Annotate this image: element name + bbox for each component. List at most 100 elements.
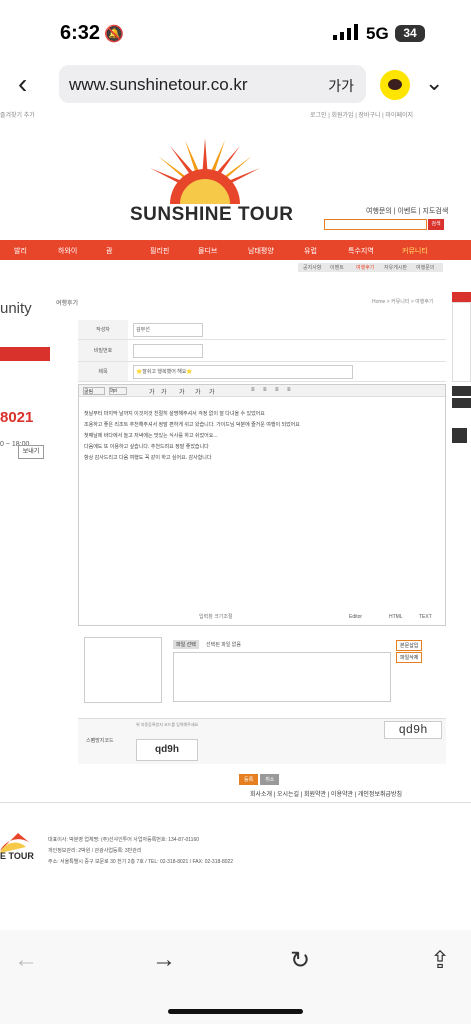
cancel-button[interactable]: 취소: [260, 774, 280, 785]
delete-file-button[interactable]: 파일삭제: [396, 652, 423, 663]
attach-preview: [84, 637, 162, 703]
url-field[interactable]: www.sunshinetour.co.kr 가가: [59, 65, 366, 103]
nav-item[interactable]: 몰디브: [198, 246, 217, 256]
status-bar: 6:32 🔕 5G 34: [0, 0, 471, 62]
left-title: unity: [0, 300, 32, 317]
color-button[interactable]: 가: [209, 387, 215, 396]
password-input[interactable]: [133, 344, 203, 358]
footer-line: 주소: 서울특별시 중구 보문로 30 전기 2층 7호 / TEL: 02-3…: [48, 859, 234, 865]
align-left-button[interactable]: ≡: [251, 387, 255, 393]
status-time: 6:32: [60, 22, 101, 44]
reload-icon[interactable]: ↻: [290, 946, 310, 975]
file-select-button[interactable]: 파일 선택: [173, 640, 199, 649]
author-input[interactable]: 김부선: [133, 323, 203, 337]
subject-input[interactable]: ⭐잘쉬고 행복했어 해요⭐: [133, 365, 353, 379]
nav-item[interactable]: 하와이: [58, 246, 77, 256]
editor-content[interactable]: 첫날부터 마지막 날까지 이것저것 친절히 설명해주셔서 걱정 없이 잘 다녀올…: [84, 409, 439, 464]
subnav-item-active[interactable]: 여행후기: [356, 264, 374, 271]
password-label: 비밀번호: [78, 340, 128, 361]
url-text: www.sunshinetour.co.kr: [69, 75, 248, 94]
footer-links[interactable]: 회사소개 | 오시는길 | 회원약관 | 이용약관 | 개인정보취급방침: [250, 789, 402, 798]
author-row: 작성자 김부선: [78, 320, 446, 340]
left-sidebar: unity 8021 0 ~ 18:00 보내기: [0, 288, 50, 459]
send-button[interactable]: 보내기: [18, 445, 44, 459]
bold-button[interactable]: 가: [149, 387, 155, 396]
subnav-item[interactable]: 이벤트: [330, 264, 344, 271]
content-line: 다음에도 또 이용하고 싶습니다. 추천드려요 정말 좋았습니다: [84, 444, 209, 450]
battery-indicator: 34: [395, 25, 425, 42]
footer-info: 대표이사: 박분영 업체명: (주)선샤인투어 사업자등록번호: 134-87-…: [48, 835, 233, 868]
left-red-bar: [0, 347, 50, 361]
nav-item[interactable]: 유럽: [304, 246, 317, 256]
board-title: 여행후기: [56, 301, 79, 307]
nav-item[interactable]: 필리핀: [150, 246, 169, 256]
main-nav: 발리 하와이 괌 필리핀 몰디브 남태평양 유럽 특수지역 커뮤니티: [0, 240, 471, 260]
insert-button[interactable]: 본문삽입: [396, 640, 423, 651]
subnav-item[interactable]: 공지사항: [303, 264, 321, 271]
italic-button[interactable]: 가: [161, 387, 167, 396]
author-label: 작성자: [78, 320, 128, 339]
text-size-button[interactable]: 가가: [328, 76, 354, 96]
breadcrumb: Home > 커뮤니티 > 여행후기: [372, 299, 434, 305]
logo-text[interactable]: SUNSHINE TOUR: [130, 204, 293, 226]
nav-item[interactable]: 괌: [106, 246, 112, 256]
content-line: 항상 감사드리고 다음 여행도 꼭 같이 하고 싶어요. 감사합니다: [84, 455, 212, 461]
signal-icon: [333, 24, 358, 40]
password-row: 비밀번호: [78, 340, 446, 362]
file-attach: 파일 선택 선택된 파일 없음 본문삽입 파일삭제: [78, 632, 446, 712]
qr-code-icon: [452, 428, 467, 443]
font-size-select[interactable]: 9pt: [109, 387, 127, 395]
top-right-links[interactable]: 로그인 | 회원가입 | 장바구니 | 마이페이지: [310, 110, 413, 119]
home-indicator: [168, 1009, 303, 1014]
tab-editor[interactable]: Editor: [349, 614, 362, 620]
subnav-item[interactable]: 여행문의: [416, 264, 434, 271]
editor-resize[interactable]: 입력창 크기조절: [199, 613, 233, 620]
network-type: 5G: [366, 24, 389, 43]
back-arrow-icon[interactable]: ←: [14, 946, 38, 974]
chevron-down-icon[interactable]: ⌄: [425, 70, 443, 96]
align-justify-button[interactable]: ≡: [287, 387, 291, 393]
subject-row: 제목 ⭐잘쉬고 행복했어 해요⭐: [78, 362, 446, 382]
sub-nav: 공지사항 이벤트 여행후기 자유게시판 여행문의: [298, 263, 443, 272]
quick-btn[interactable]: [452, 386, 471, 396]
nav-item[interactable]: 발리: [14, 246, 27, 256]
align-center-button[interactable]: ≡: [263, 387, 267, 393]
kakao-talk-icon[interactable]: [380, 70, 410, 100]
tab-html[interactable]: HTML: [389, 614, 403, 620]
captcha-input[interactable]: qd9h: [136, 739, 198, 761]
subnav-item[interactable]: 자유게시판: [384, 264, 407, 271]
nav-item[interactable]: 남태평양: [248, 246, 274, 256]
subject-label: 제목: [78, 362, 128, 381]
web-page: 즐겨찾기 추가 로그인 | 회원가입 | 장바구니 | 마이페이지 SUNSHI…: [0, 108, 471, 930]
share-icon[interactable]: ⇪: [430, 946, 450, 975]
nav-item-community[interactable]: 커뮤니티: [402, 246, 428, 256]
tab-text[interactable]: TEXT: [419, 614, 432, 620]
rich-text-editor[interactable]: 굴림 9pt 가 가 가 가 가 ≡ ≡ ≡ ≡ 첫날부터 마지막 날까지 이것…: [78, 384, 446, 626]
right-quick-panel: [452, 292, 471, 443]
search-input[interactable]: [324, 219, 427, 230]
captcha-row: 스팸방지코드 위 자동등록방지 코드를 입력해주세요 qd9h qd9h: [78, 718, 446, 764]
captcha-label: 스팸방지코드: [86, 738, 114, 744]
content-line: 조용하고 좋은 리조트 추천해주셔서 정말 편하게 쉬고 왔습니다. 가이드님 …: [84, 422, 300, 428]
captcha-hint: 위 자동등록방지 코드를 입력해주세요: [136, 722, 199, 727]
align-right-button[interactable]: ≡: [275, 387, 279, 393]
top-left-text: 즐겨찾기 추가: [0, 113, 35, 119]
content-line: 첫날부터 마지막 날까지 이것저것 친절히 설명해주셔서 걱정 없이 잘 다녀올…: [84, 411, 265, 417]
quick-btn[interactable]: [452, 398, 471, 408]
footer-logo-text: E TOUR: [0, 851, 34, 861]
quick-links[interactable]: 여행문의 | 이벤트 | 지도검색: [366, 206, 448, 216]
nav-item[interactable]: 특수지역: [348, 246, 374, 256]
footer-divider: [0, 802, 471, 803]
form-buttons: 등록 취소: [239, 768, 281, 786]
font-select[interactable]: 굴림: [83, 387, 105, 395]
underline-button[interactable]: 가: [179, 387, 185, 396]
forward-arrow-icon[interactable]: →: [152, 946, 176, 974]
submit-button[interactable]: 등록: [239, 774, 259, 785]
content-line: 첫째날에 바다에서 놀고 저녁에는 맛있는 식사를 하고 쉬었어요...: [84, 433, 218, 439]
back-chevron-icon[interactable]: ‹: [18, 68, 27, 100]
search-button[interactable]: 검색: [428, 219, 444, 230]
quick-box: [452, 302, 471, 382]
captcha-image: qd9h: [384, 721, 442, 739]
file-list[interactable]: [173, 652, 391, 702]
strike-button[interactable]: 가: [195, 387, 201, 396]
